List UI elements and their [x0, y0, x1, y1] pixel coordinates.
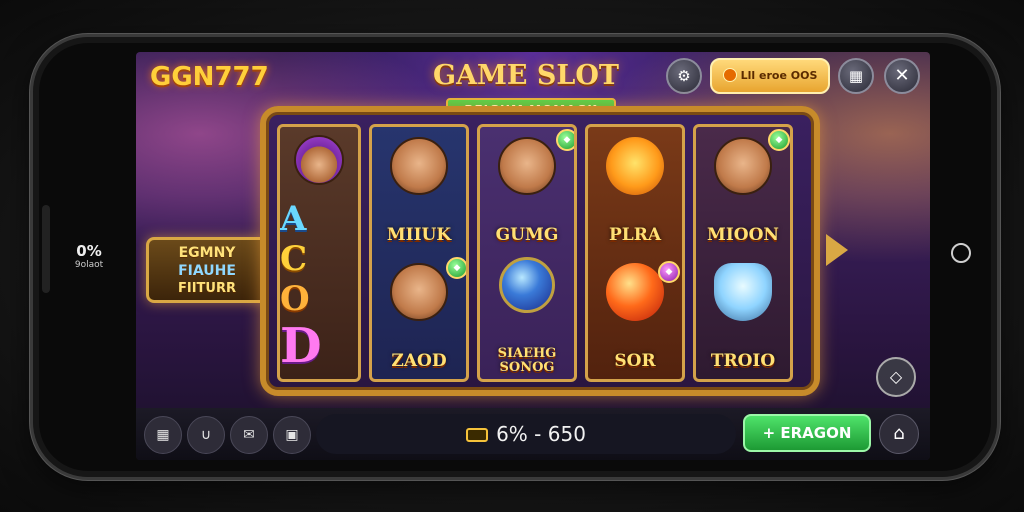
phone-side-button — [42, 205, 50, 293]
fruit-symbol — [606, 263, 664, 321]
game-logo: GGN777 — [150, 62, 269, 92]
symbol-label: TROIO — [710, 351, 776, 371]
reel-cell: SIAEHG SONOG — [480, 253, 574, 379]
camera-icon — [951, 243, 971, 263]
top-bar: GGN777 GAME SLOT ⚙ Lll eroe OOS ▦ ✕ — [136, 52, 930, 102]
reel-4: PLRA SOR ◆ — [585, 124, 685, 382]
symbol-label: SONOG — [499, 360, 555, 375]
reel-letter: C — [280, 239, 308, 279]
grid-icon[interactable]: ▦ — [144, 416, 182, 454]
bonus-badge-icon: ◆ — [556, 129, 574, 151]
reel-cell: MIIUK — [372, 127, 466, 253]
side-readout: 0% 9olaot — [64, 242, 114, 270]
reel-arrow-icon — [826, 232, 850, 266]
bottom-bar: ▦ ∪ ✉ ▣ 6% - 650 + ERAGON ⌂ — [136, 408, 930, 460]
symbol-label: MIOON — [707, 225, 779, 245]
reel-1: A C O D — [277, 124, 361, 382]
feature-badge[interactable]: EGMNY FIAUHE FIITURR — [146, 237, 268, 303]
cash-icon — [466, 428, 489, 442]
coin-balance-button[interactable]: Lll eroe OOS — [710, 58, 830, 94]
bag-icon[interactable]: ▣ — [273, 416, 311, 454]
g-orb-symbol — [499, 257, 555, 313]
symbol-label: GUMG — [495, 225, 559, 245]
feature-line-1: EGMNY — [178, 245, 236, 261]
balance-display: 6% - 650 — [316, 414, 736, 454]
reel-2: MIIUK ZAOD ◆ — [369, 124, 469, 382]
symbol-label: SIAEHG — [497, 346, 557, 361]
side-percent: 0% — [76, 242, 102, 260]
reel-letter: A — [280, 199, 307, 239]
symbol-label: SOR — [614, 351, 656, 371]
reel-cell: TROIO — [696, 253, 790, 379]
symbol-label: MIIUK — [386, 225, 452, 245]
home-icon[interactable]: ⌂ — [879, 414, 919, 454]
symbol-label: ZAOD — [391, 351, 447, 371]
coin-label: Lll eroe OOS — [740, 69, 818, 82]
sun-symbol — [606, 137, 664, 195]
wizard-symbol — [390, 137, 448, 195]
crystal-symbol — [714, 263, 772, 321]
spin-button[interactable]: + ERAGON — [743, 414, 871, 452]
page-title: GAME SLOT — [433, 60, 619, 91]
hook-icon[interactable]: ∪ — [187, 416, 225, 454]
balance-value: 6% - 650 — [496, 422, 586, 446]
close-icon[interactable]: ✕ — [884, 58, 920, 94]
reel-3: GUMG SIAEHG SONOG ◆ — [477, 124, 577, 382]
feature-line-2: FIAUHE — [178, 263, 236, 279]
feature-line-3: FIITURR — [178, 281, 236, 296]
bonus-badge-icon: ◆ — [768, 129, 790, 151]
chat-icon[interactable]: ✉ — [230, 416, 268, 454]
side-sub: 9olaot — [74, 260, 104, 270]
symbol-label: PLRA — [608, 225, 662, 245]
captain-symbol — [390, 263, 448, 321]
reel-cell: PLRA — [588, 127, 682, 253]
game-screen: GGN777 GAME SLOT ⚙ Lll eroe OOS ▦ ✕ BEIG… — [136, 52, 930, 460]
reel-5: MIOON TROIO ◆ — [693, 124, 793, 382]
reel-letter: O — [280, 279, 310, 319]
bonus-badge-icon: ◆ — [446, 257, 466, 279]
cowboy-symbol — [498, 137, 556, 195]
bonus-badge-icon: ◆ — [658, 261, 680, 283]
card-icon[interactable]: ▦ — [838, 58, 874, 94]
wizard-symbol — [294, 135, 344, 185]
cowboy-symbol — [714, 137, 772, 195]
coin-icon — [722, 68, 737, 82]
reel-letter: D — [280, 318, 322, 374]
diamond-nav-icon[interactable]: ◇ — [876, 357, 916, 397]
badge-icon[interactable]: ⚙ — [666, 58, 702, 94]
